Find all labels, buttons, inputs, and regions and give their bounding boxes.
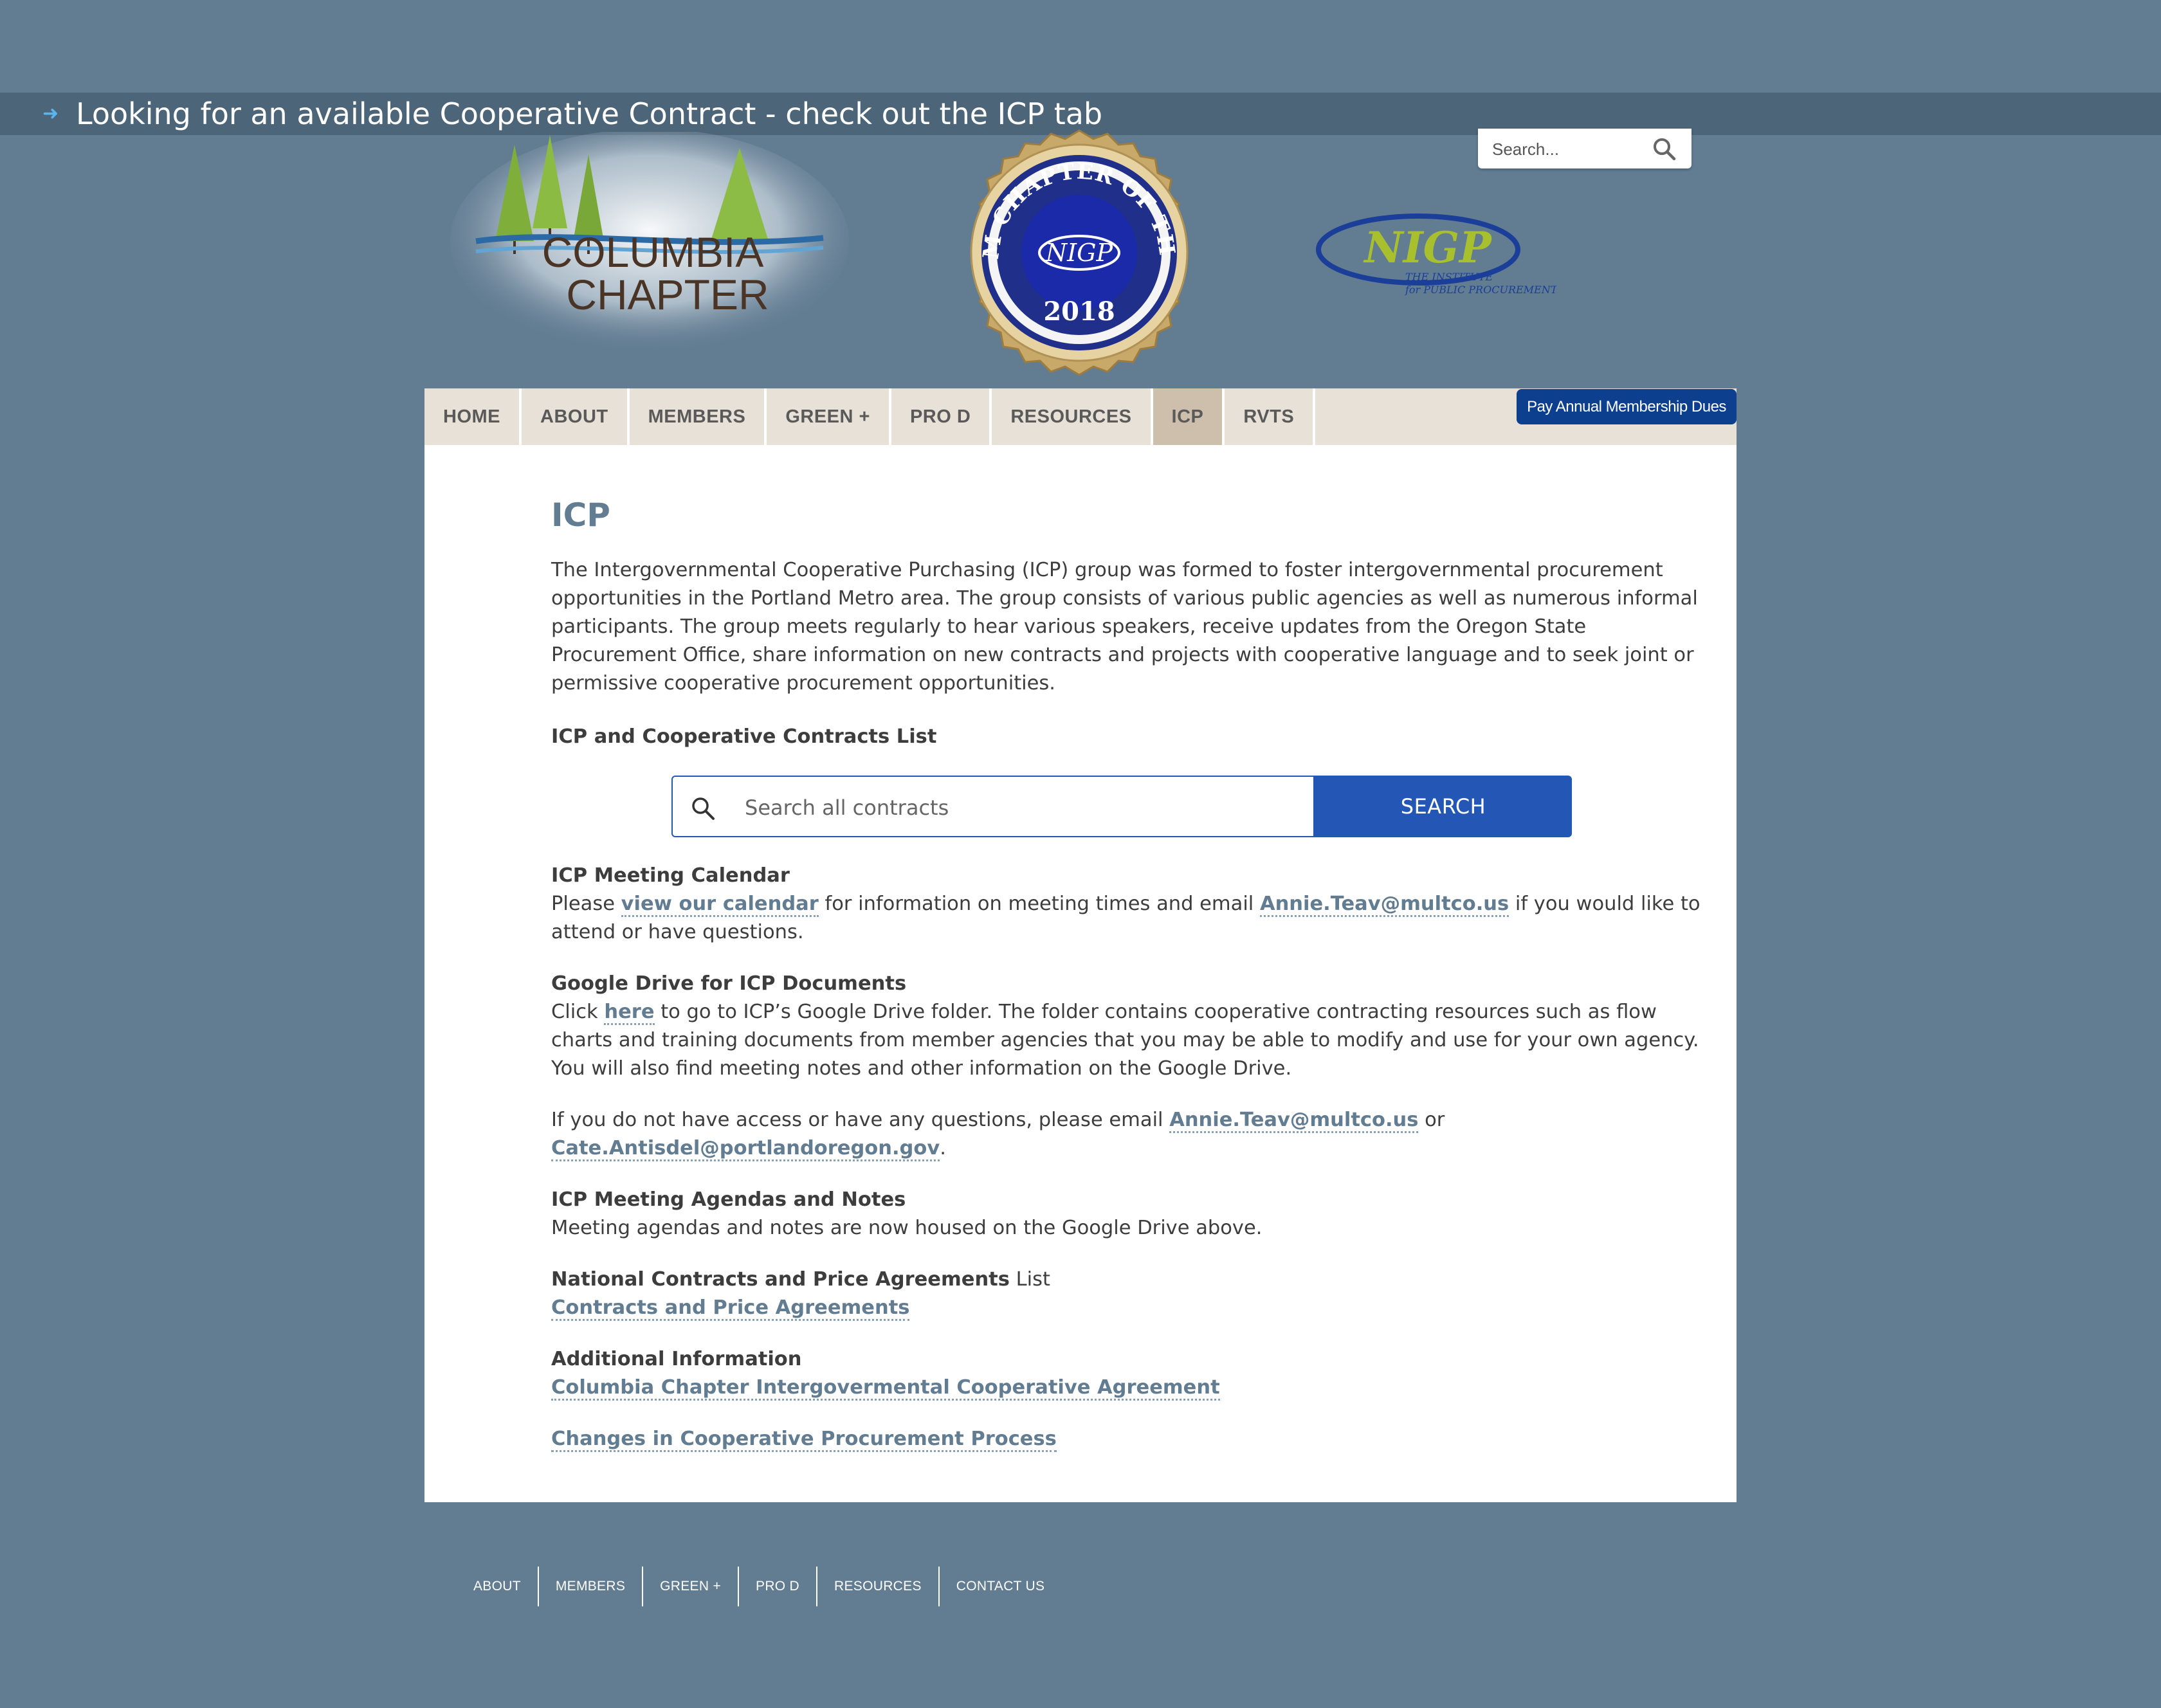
nigp-logo-sub2: for PUBLIC PROCUREMENT — [1405, 284, 1556, 296]
footer-nav: ABOUT MEMBERS GREEN + PRO D RESOURCES CO… — [457, 1567, 1061, 1606]
nav-green[interactable]: GREEN + — [767, 388, 891, 445]
search-icon[interactable] — [1652, 136, 1677, 162]
columbia-logo-line2: CHAPTER — [566, 271, 769, 318]
contracts-search-button[interactable]: SEARCH — [1315, 776, 1572, 837]
arrow-right-icon: ➜ — [42, 102, 59, 125]
site-search-input[interactable] — [1491, 136, 1648, 162]
cooperative-agreement-link[interactable]: Columbia Chapter Intergovermental Cooper… — [551, 1376, 1220, 1401]
nav-members[interactable]: MEMBERS — [630, 388, 767, 445]
access-section: If you do not have access or have any qu… — [551, 1106, 1702, 1163]
annie-email-link[interactable]: Annie.Teav@multco.us — [1259, 893, 1509, 917]
calendar-section: ICP Meeting Calendar Please view our cal… — [551, 864, 1701, 943]
intro-paragraph: The Intergovernmental Cooperative Purcha… — [551, 559, 1698, 695]
nav-about[interactable]: ABOUT — [522, 388, 630, 445]
view-calendar-link[interactable]: view our calendar — [621, 893, 819, 917]
contracts-search: SEARCH — [671, 776, 1572, 837]
footer-members[interactable]: MEMBERS — [539, 1567, 644, 1606]
pay-membership-dues-button[interactable]: Pay Annual Membership Dues — [1517, 389, 1737, 424]
footer-pro-d[interactable]: PRO D — [739, 1567, 818, 1606]
drive-section: Google Drive for ICP Documents Click her… — [551, 972, 1699, 1080]
contracts-list-heading: ICP and Cooperative Contracts List — [551, 725, 937, 748]
additional-heading: Additional Information — [551, 1348, 802, 1370]
nav-resources[interactable]: RESOURCES — [992, 388, 1153, 445]
national-section: National Contracts and Price Agreements … — [551, 1266, 1702, 1322]
national-heading: National Contracts and Price Agreements — [551, 1268, 1010, 1291]
changes-section: Changes in Cooperative Procurement Proce… — [551, 1425, 1057, 1453]
footer-about[interactable]: ABOUT — [457, 1567, 539, 1606]
drive-here-link[interactable]: here — [604, 1001, 655, 1025]
nigp-logo[interactable]: NIGP THE INSTITUTE for PUBLIC PROCUREMEN… — [1312, 204, 1556, 301]
footer-contact-us[interactable]: CONTACT US — [940, 1567, 1062, 1606]
contracts-search-box — [671, 776, 1315, 837]
cate-email-link[interactable]: Cate.Antisdel@portlandoregon.gov — [551, 1137, 940, 1161]
site-search — [1478, 129, 1691, 168]
nav-home[interactable]: HOME — [424, 388, 522, 445]
annie-email-link-2[interactable]: Annie.Teav@multco.us — [1169, 1109, 1419, 1133]
changes-process-link[interactable]: Changes in Cooperative Procurement Proce… — [551, 1428, 1057, 1452]
contracts-search-input[interactable] — [743, 791, 1299, 824]
calendar-heading: ICP Meeting Calendar — [551, 864, 790, 887]
nav-pro-d[interactable]: PRO D — [891, 388, 992, 445]
footer-resources[interactable]: RESOURCES — [817, 1567, 940, 1606]
nigp-logo-name: NIGP — [1363, 223, 1493, 273]
agendas-section: ICP Meeting Agendas and Notes Meeting ag… — [551, 1188, 1263, 1239]
columbia-logo-line1: COLUMBIA — [542, 228, 764, 276]
contracts-price-agreements-link[interactable]: Contracts and Price Agreements — [551, 1296, 910, 1321]
nigp-logo-sub1: THE INSTITUTE — [1405, 271, 1493, 283]
nav-icp[interactable]: ICP — [1153, 388, 1225, 445]
nav-rvts[interactable]: RVTS — [1225, 388, 1316, 445]
main-content: ICP The Intergovernmental Cooperative Pu… — [424, 445, 1737, 1502]
drive-heading: Google Drive for ICP Documents — [551, 972, 907, 995]
page-title: ICP — [551, 496, 610, 534]
columbia-chapter-logo[interactable]: COLUMBIA CHAPTER — [450, 132, 849, 354]
footer-green[interactable]: GREEN + — [643, 1567, 740, 1606]
seal-year: 2018 — [1043, 296, 1115, 327]
agendas-heading: ICP Meeting Agendas and Notes — [551, 1188, 906, 1211]
search-icon — [692, 797, 715, 820]
additional-section: Additional Information Columbia Chapter … — [551, 1345, 1702, 1402]
chapter-of-the-year-seal: MEDIUM CHAPTER OF THE YEAR NIGP 2018 — [938, 127, 1189, 376]
seal-center-text: NIGP — [1045, 239, 1114, 267]
